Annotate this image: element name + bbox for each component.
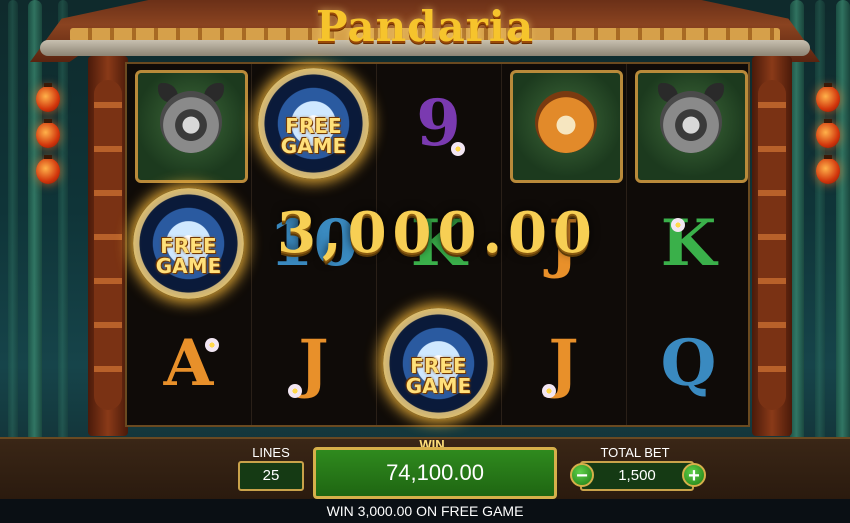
lantern-icon: [816, 119, 840, 148]
raccoon-icon: [635, 70, 748, 183]
flower-icon: [288, 384, 302, 398]
lantern-icon: [36, 83, 60, 112]
reel-cell: FREE GAME: [377, 304, 500, 424]
reel-cell: 9: [377, 64, 500, 184]
game-logo: Pandaria: [315, 2, 535, 51]
increase-bet-button[interactable]: +: [682, 463, 706, 487]
flower-icon: [542, 384, 556, 398]
status-message: WIN 3,000.00 ON FREE GAME: [0, 499, 850, 523]
letter-symbol: A: [163, 326, 214, 401]
reel-cell: A: [127, 304, 250, 424]
reel-cell: FREE GAME: [252, 64, 375, 184]
tiger-icon: [510, 70, 623, 183]
flower-icon: [451, 142, 465, 156]
reel-cell: [627, 64, 750, 184]
bamboo-decoration: [8, 0, 18, 443]
reel-cell: J: [502, 304, 625, 424]
reel-cell: [502, 64, 625, 184]
letter-symbol: Q: [660, 326, 717, 401]
lantern-icon: [816, 83, 840, 112]
reel-cell: J: [252, 304, 375, 424]
right-pillar-scroll: [758, 80, 786, 410]
win-value: 74,100.00: [313, 447, 557, 499]
bamboo-decoration: [836, 0, 850, 443]
total-bet-label: TOTAL BET: [600, 445, 670, 460]
letter-symbol: 9: [416, 86, 461, 161]
flower-icon: [205, 338, 219, 352]
lines-value[interactable]: 25: [238, 461, 304, 491]
left-pillar-scroll: [94, 80, 122, 410]
bamboo-decoration: [28, 0, 42, 443]
total-bet-value: 1,500: [580, 461, 694, 491]
free-game-label: FREE GAME: [405, 354, 472, 398]
lantern-icon: [816, 155, 840, 184]
letter-symbol: J: [298, 326, 329, 401]
game-background: Pandaria FREE GAME A FREE GAME 10 J 9 K …: [0, 0, 850, 523]
lantern-icon: [36, 119, 60, 148]
free-game-icon: FREE GAME: [258, 68, 369, 179]
bamboo-decoration: [815, 0, 825, 443]
free-game-icon: FREE GAME: [383, 308, 494, 419]
reel-cell: Q: [627, 304, 750, 424]
big-win-amount: 3,000.00: [277, 200, 598, 266]
lines-label: LINES: [252, 445, 290, 460]
letter-symbol: J: [548, 326, 579, 401]
reel-cell: [127, 64, 250, 184]
bamboo-decoration: [58, 0, 68, 443]
decrease-bet-button[interactable]: −: [570, 463, 594, 487]
raccoon-icon: [135, 70, 248, 183]
bamboo-decoration: [790, 0, 804, 443]
lantern-icon: [36, 155, 60, 184]
free-game-label: FREE GAME: [280, 114, 347, 158]
